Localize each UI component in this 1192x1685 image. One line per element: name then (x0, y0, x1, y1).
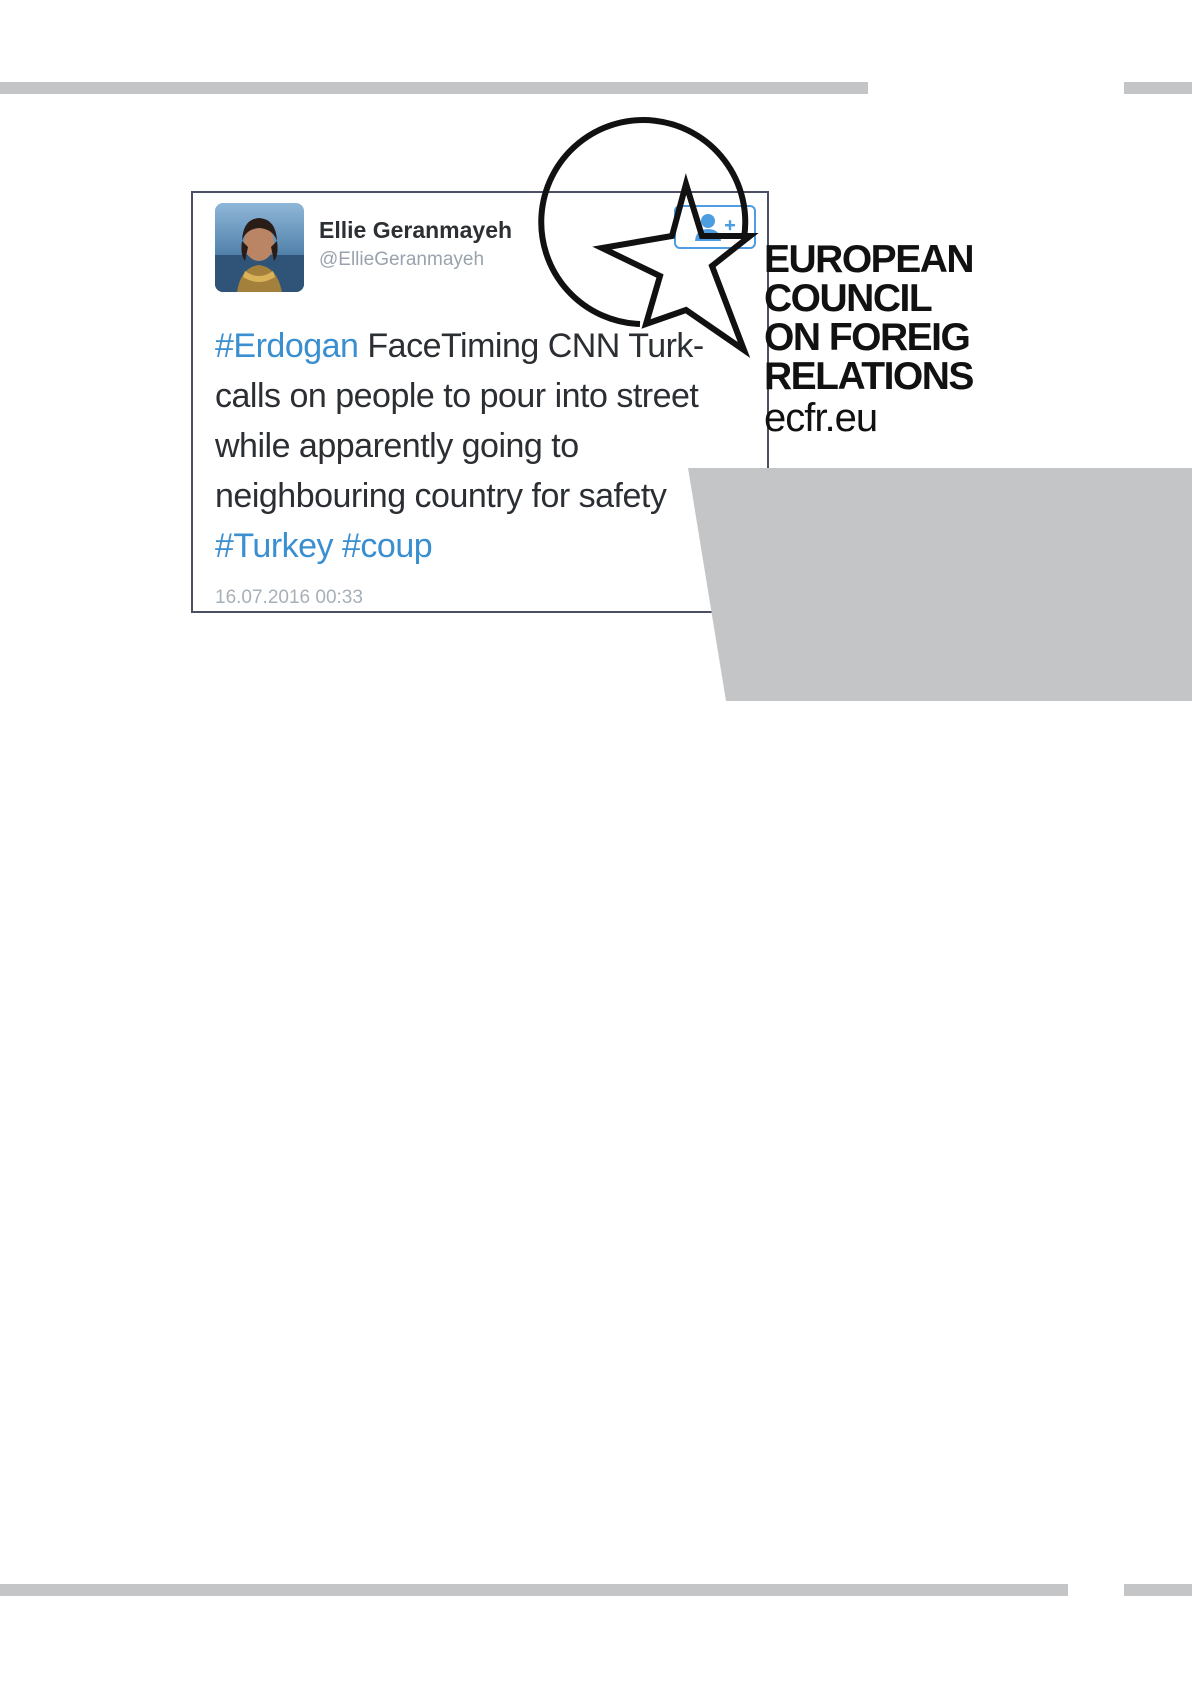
tweet-card: Ellie Geranmayeh @EllieGeranmayeh #Erdog… (191, 191, 769, 613)
hashtag-link[interactable]: #Erdogan (215, 327, 359, 365)
add-user-icon (695, 214, 735, 241)
tweet-text-segment: calls on people to pour into street (215, 377, 699, 415)
tweet-timestamp[interactable]: 16.07.2016 00:33 (215, 587, 363, 609)
logo-wordmark: EUROPEAN COUNCIL ON FOREIG RELATIONS (764, 238, 975, 398)
tweet-text-line: #Turkey #coup (215, 521, 760, 571)
top-rule-short (1124, 82, 1192, 94)
hashtag-link[interactable]: #coup (342, 527, 433, 565)
top-rule (0, 82, 868, 94)
hashtag-link[interactable]: #Turkey (215, 527, 334, 565)
avatar[interactable] (215, 203, 304, 292)
logo-line: ON FOREIG (764, 316, 971, 359)
logo-line: COUNCIL (764, 277, 933, 320)
bottom-rule-short (1124, 1584, 1192, 1596)
logo-url: ecfr.eu (764, 396, 878, 440)
logo-line: RELATIONS (764, 355, 974, 398)
tweet-text-line: #Erdogan FaceTiming CNN Turk- (215, 321, 760, 371)
tweet-text-line: neighbouring country for safety (215, 471, 760, 521)
logo-line: EUROPEAN (764, 238, 975, 281)
tweet-text-line: while apparently going to (215, 421, 760, 471)
tweet-text-segment: neighbouring country for safety (215, 477, 667, 515)
tweet-text-segment (333, 527, 342, 565)
avatar-photo (215, 203, 304, 292)
tweet-text: #Erdogan FaceTiming CNN Turk-calls on pe… (215, 321, 760, 571)
follow-button[interactable] (674, 205, 756, 249)
author-handle[interactable]: @EllieGeranmayeh (319, 249, 484, 271)
author-name[interactable]: Ellie Geranmayeh (319, 217, 512, 244)
tweet-text-segment: while apparently going to (215, 427, 579, 465)
tweet-text-line: calls on people to pour into street (215, 371, 760, 421)
tweet-text-segment: FaceTiming CNN Turk- (358, 327, 704, 365)
bottom-rule (0, 1584, 1068, 1596)
